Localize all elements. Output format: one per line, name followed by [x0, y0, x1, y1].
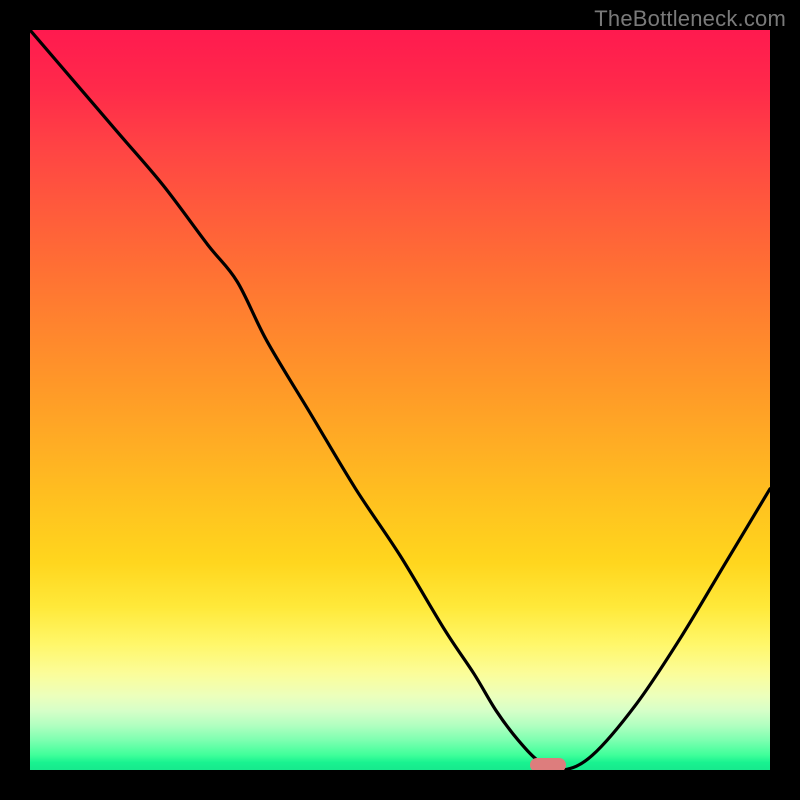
- optimal-marker: [530, 758, 566, 770]
- plot-area: [30, 30, 770, 770]
- chart-frame: TheBottleneck.com: [0, 0, 800, 800]
- bottleneck-curve: [30, 30, 770, 770]
- watermark-label: TheBottleneck.com: [594, 6, 786, 32]
